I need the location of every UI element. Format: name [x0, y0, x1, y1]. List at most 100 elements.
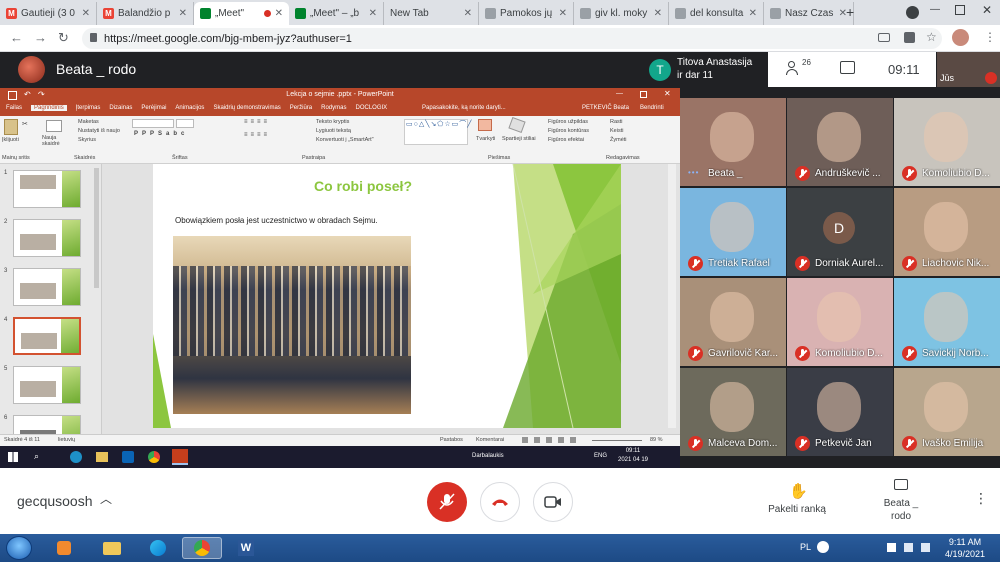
participant-tile[interactable]: Komoliubio D...: [787, 278, 893, 366]
close-tab-icon[interactable]: ✕: [82, 8, 90, 19]
present-label-2[interactable]: rodo: [866, 511, 936, 522]
new-slide-button[interactable]: Nauja skaidrė: [42, 135, 68, 147]
shape-effects-button[interactable]: Figūros efektai: [548, 137, 584, 143]
participant-tile[interactable]: Komoliubio D...: [894, 98, 1000, 186]
arrange-icon[interactable]: [478, 119, 492, 131]
raise-hand-button[interactable]: Pakelti ranką: [752, 504, 842, 515]
participant-tile[interactable]: Gavrilovič Kar...: [680, 278, 786, 366]
close-tab-icon[interactable]: ✕: [369, 8, 377, 19]
browser-tab[interactable]: M Gautieji (3 0 ✕: [0, 2, 97, 25]
mic-toggle-button[interactable]: [427, 482, 467, 522]
ppt-tab[interactable]: Failas: [6, 105, 22, 111]
leave-call-button[interactable]: [480, 482, 520, 522]
minimize-icon[interactable]: —: [930, 4, 940, 15]
ppt-tab[interactable]: Rodymas: [321, 105, 346, 111]
maximize-icon[interactable]: [955, 5, 965, 15]
participant-tile[interactable]: D Dorniak Aurel...: [787, 188, 893, 276]
cut-icon[interactable]: ✂: [22, 120, 28, 128]
align-buttons[interactable]: ≡≡≡≡: [244, 132, 270, 138]
select-button[interactable]: Žymėti: [610, 137, 627, 143]
text-direction-button[interactable]: Teksto kryptis: [316, 119, 349, 125]
reload-icon[interactable]: ↻: [58, 30, 69, 46]
font-format-buttons[interactable]: PPPSabc: [134, 131, 188, 137]
meeting-details-chevron-icon[interactable]: ︿: [100, 490, 112, 507]
ppt-tab[interactable]: DOCLOGIX: [355, 105, 387, 111]
slide-thumbnail[interactable]: [13, 219, 81, 257]
notes-button[interactable]: Pastabos: [440, 437, 463, 443]
zoom-slider[interactable]: [592, 440, 642, 441]
paste-button[interactable]: Įklijuoti: [2, 137, 19, 143]
smartart-button[interactable]: Konvertuoti į „SmartArt": [316, 137, 374, 143]
ppt-minimize-icon[interactable]: —: [616, 90, 623, 97]
layout-button[interactable]: Maketas: [78, 119, 99, 125]
font-name-box[interactable]: [132, 119, 174, 128]
new-tab-button[interactable]: +: [846, 4, 854, 20]
reset-button[interactable]: Nustatyti iš naujo: [78, 128, 120, 134]
close-tab-icon[interactable]: ✕: [559, 8, 567, 19]
ppt-close-icon[interactable]: ✕: [664, 89, 671, 98]
taskbar-date[interactable]: 4/19/2021: [940, 549, 990, 559]
ppt-tab[interactable]: Pagrindinis: [31, 105, 67, 111]
arrange-button[interactable]: Tvarkyti: [476, 136, 495, 142]
share-button[interactable]: Bendrinti: [640, 105, 664, 111]
ppt-tab[interactable]: Animacijos: [175, 105, 204, 111]
browser-tab[interactable]: „Meet" – „b ✕: [289, 2, 384, 25]
taskbar-word[interactable]: W: [226, 537, 266, 559]
ppt-tab[interactable]: Peržiūra: [290, 105, 312, 111]
ppt-tab[interactable]: Perėjimai: [141, 105, 166, 111]
browser-tab[interactable]: Nasz Czas ✕: [764, 2, 854, 25]
back-icon[interactable]: ←: [10, 30, 23, 45]
taskbar-chrome[interactable]: [182, 537, 222, 559]
meeting-code[interactable]: gecqusoosh: [17, 493, 93, 509]
replace-button[interactable]: Keisti: [610, 128, 623, 134]
participant-tile[interactable]: Malceva Dom...: [680, 368, 786, 456]
taskbar-edge[interactable]: [138, 537, 178, 559]
slide-scrollbar[interactable]: [668, 164, 676, 428]
slide-thumbnail[interactable]: [13, 268, 81, 306]
browser-tab[interactable]: M Balandžio p ✕: [97, 2, 194, 25]
close-tab-icon[interactable]: ✕: [749, 8, 757, 19]
slide-thumbnail[interactable]: [13, 366, 81, 404]
chat-icon[interactable]: [840, 61, 855, 74]
flag-icon[interactable]: [887, 543, 896, 552]
comments-button[interactable]: Komentarai: [476, 437, 504, 443]
ppt-maximize-icon[interactable]: [640, 91, 647, 98]
close-tab-icon[interactable]: ✕: [654, 8, 662, 19]
slide-canvas[interactable]: Co robi poseł? Obowiązkiem posła jest uc…: [153, 164, 621, 428]
browser-tab[interactable]: del konsulta ✕: [669, 2, 764, 25]
close-tab-icon[interactable]: ✕: [464, 8, 472, 19]
browser-tab[interactable]: Pamokos jų ✕: [479, 2, 574, 25]
browser-tab[interactable]: giv kl. moky ✕: [574, 2, 669, 25]
slide-thumbnail[interactable]: [13, 317, 81, 355]
browser-tab[interactable]: „Meet" ✕: [194, 2, 289, 25]
bookmark-star-icon[interactable]: ☆: [926, 30, 937, 44]
slide-thumbnail[interactable]: [13, 170, 81, 208]
section-button[interactable]: Skyrius: [78, 137, 96, 143]
people-icon[interactable]: [786, 61, 802, 75]
participant-tile[interactable]: Andruškevič ...: [787, 98, 893, 186]
tab-search-icon[interactable]: [906, 6, 919, 19]
volume-icon[interactable]: [921, 543, 930, 552]
ppt-tab[interactable]: Dizainas: [109, 105, 132, 111]
taskbar-explorer[interactable]: [92, 537, 132, 559]
keyboard-language[interactable]: PL: [800, 542, 811, 552]
taskbar-time[interactable]: 9:11 AM: [940, 537, 990, 547]
shape-fill-button[interactable]: Figūros užpildas: [548, 119, 588, 125]
participant-tile[interactable]: Liachovic Nik...: [894, 188, 1000, 276]
new-slide-icon[interactable]: [46, 120, 62, 132]
help-icon[interactable]: [817, 541, 829, 553]
paste-icon[interactable]: [4, 119, 18, 135]
shape-outline-button[interactable]: Figūros kontūras: [548, 128, 589, 134]
font-size-box[interactable]: [176, 119, 194, 128]
tell-me-box[interactable]: Papasakokite, ką norite daryti...: [422, 105, 506, 111]
browser-tab[interactable]: New Tab ✕: [384, 2, 479, 25]
browser-menu-icon[interactable]: ⋮: [984, 30, 996, 44]
align-text-button[interactable]: Lygiuoti tekstą: [316, 128, 351, 134]
quick-styles-button[interactable]: Spartieji stiliai: [502, 136, 544, 142]
network-icon[interactable]: [904, 543, 913, 552]
more-options-icon[interactable]: ⋮: [974, 490, 988, 507]
ppt-tab[interactable]: Skaidrių demonstravimas: [213, 105, 280, 111]
camera-status-icon[interactable]: [878, 33, 890, 42]
start-button[interactable]: [6, 536, 32, 560]
participant-tile[interactable]: Savickij Norb...: [894, 278, 1000, 366]
